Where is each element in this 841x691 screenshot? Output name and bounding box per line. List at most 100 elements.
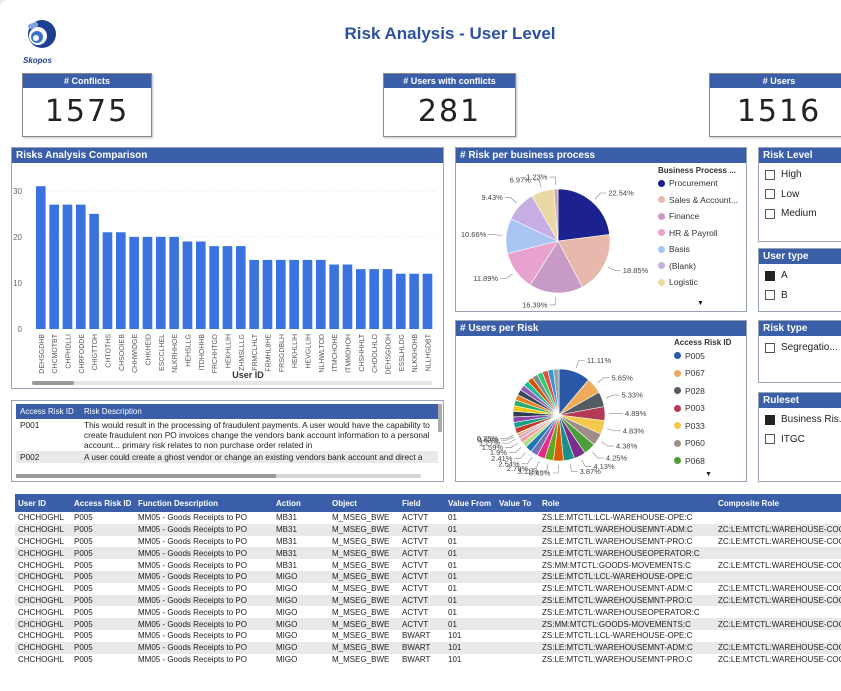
legend-item[interactable]: P033 [674, 417, 746, 435]
bar[interactable] [196, 241, 206, 329]
table-cell: M_MSEG_BWE [329, 570, 399, 583]
table-row[interactable]: CHCHOGHL P005 MM05 - Goods Receipts to PO M… [15, 523, 841, 536]
table-row[interactable]: CHCHOGHL P005 MM05 - Goods Receipts to PO M… [15, 547, 841, 560]
bar[interactable] [116, 232, 126, 329]
column-header[interactable]: User ID [15, 494, 71, 512]
table-row[interactable]: CHCHOGHL P005 MM05 - Goods Receipts to PO M… [15, 536, 841, 548]
bar[interactable] [422, 273, 433, 329]
legend-item[interactable]: Sales & Account... [658, 192, 746, 209]
legend-item[interactable]: P028 [674, 382, 746, 400]
bar[interactable] [222, 246, 233, 329]
bar[interactable] [182, 241, 193, 329]
table-row[interactable]: CHCHOGHL P005 MM05 - Goods Receipts to PO M… [15, 594, 841, 607]
legend-item[interactable]: P067 [674, 365, 746, 383]
bar[interactable] [169, 236, 179, 329]
bar[interactable] [129, 236, 139, 329]
legend-item[interactable]: Procurement [658, 175, 746, 192]
checkbox[interactable] [765, 342, 775, 353]
bar[interactable] [36, 186, 46, 329]
legend-item[interactable]: P003 [674, 400, 746, 418]
bar[interactable] [249, 259, 259, 329]
column-header[interactable]: Composite Role [715, 494, 841, 512]
table-row[interactable]: P001 This would result in the processing… [16, 419, 438, 451]
bar[interactable] [342, 264, 353, 329]
bar[interactable] [49, 204, 59, 329]
bar[interactable] [329, 264, 339, 329]
table-row[interactable]: CHCHOGHL P005 MM05 - Goods Receipts to PO M… [15, 583, 841, 595]
bar[interactable] [156, 236, 166, 329]
checkbox[interactable] [765, 434, 775, 445]
slicer-option-low[interactable]: Low [759, 185, 841, 205]
vertical-scrollbar[interactable] [438, 404, 442, 432]
bar[interactable] [262, 259, 273, 329]
legend-item[interactable]: P060 [674, 435, 746, 453]
column-header[interactable]: Field [399, 494, 445, 512]
legend-item[interactable]: HR & Payroll [658, 225, 746, 242]
table-row[interactable]: P002 A user could create a ghost vendor … [16, 451, 438, 463]
legend-item[interactable]: Finance [658, 208, 746, 225]
scrollbar-thumb[interactable] [16, 474, 276, 478]
chart-scrollbar[interactable] [32, 381, 432, 385]
table-row[interactable]: CHCHOGHL P005 MM05 - Goods Receipts to PO M… [15, 641, 841, 654]
bar[interactable] [316, 259, 326, 329]
table-row[interactable]: CHCHOGHL P005 MM05 - Goods Receipts to PO M… [15, 618, 841, 630]
table-row[interactable]: CHCHOGHL P005 MM05 - Goods Receipts to PO M… [15, 512, 841, 524]
bar[interactable] [76, 204, 86, 329]
legend-item[interactable]: P068 [674, 452, 746, 470]
bar[interactable] [382, 269, 393, 329]
checkbox-checked[interactable] [765, 270, 775, 281]
checkbox[interactable] [765, 189, 775, 200]
risks-bar-chart[interactable]: 0 10 20 30 DEHSGDHB CHCMOTBT CHPHDLLI CHRFODDE C… [12, 163, 443, 388]
pie-slice[interactable] [557, 188, 610, 242]
column-header[interactable]: Object [329, 494, 399, 512]
business-process-pie[interactable]: 22.54%18.85%16.39%11.89%10.66%9.43%6.97%… [456, 164, 656, 312]
checkbox[interactable] [765, 169, 775, 180]
slicer-option-medium[interactable]: Medium [759, 204, 841, 224]
column-header[interactable]: Value To [496, 494, 539, 512]
bar[interactable] [409, 273, 419, 329]
slicer-option-b[interactable]: B [759, 286, 841, 306]
legend-scroll-down-icon[interactable]: ▼ [697, 300, 704, 307]
bar[interactable] [369, 269, 379, 329]
bar[interactable] [209, 246, 219, 329]
legend-item[interactable]: (Blank) [658, 258, 746, 275]
column-header-risk-description[interactable]: Risk Description [80, 404, 438, 419]
slicer-option-high[interactable]: High [759, 165, 841, 185]
bar[interactable] [102, 232, 113, 329]
table-row[interactable]: CHCHOGHL P005 MM05 - Goods Receipts to PO M… [15, 606, 841, 618]
slicer-option-itgc[interactable]: ITGC [759, 430, 841, 450]
table-row[interactable]: CHCHOGHL P005 MM05 - Goods Receipts to PO M… [15, 654, 841, 666]
bar[interactable] [62, 204, 73, 329]
table-row[interactable]: CHCHOGHL P005 MM05 - Goods Receipts to PO M… [15, 559, 841, 571]
column-header[interactable]: Action [273, 494, 329, 512]
checkbox-checked[interactable] [765, 414, 775, 425]
table-row[interactable]: CHCHOGHL P005 MM05 - Goods Receipts to PO M… [15, 630, 841, 642]
bar[interactable] [89, 213, 99, 329]
column-header[interactable]: Function Description [135, 494, 273, 512]
chart-scrollbar-thumb[interactable] [32, 381, 74, 385]
slicer-option-segregation[interactable]: Segregatio... [759, 338, 841, 358]
bar[interactable] [236, 246, 246, 329]
bar[interactable] [276, 259, 286, 329]
column-header-access-risk-id[interactable]: Access Risk ID [16, 404, 80, 419]
column-header[interactable]: Access Risk ID [71, 494, 135, 512]
legend-scroll-down-icon[interactable]: ▼ [705, 471, 712, 478]
table-cell: CHCHOGHL [18, 607, 64, 617]
bar[interactable] [302, 259, 313, 329]
checkbox[interactable] [765, 208, 775, 219]
bar[interactable] [289, 259, 299, 329]
checkbox[interactable] [765, 290, 775, 301]
bar[interactable] [142, 236, 153, 329]
legend-item[interactable]: P005 [674, 347, 746, 365]
users-per-risk-pie[interactable]: 11.11%5.65%5.33%4.89%4.83%4.38%4.25%4.13… [456, 337, 668, 482]
table-row[interactable]: CHCHOGHL P005 MM05 - Goods Receipts to PO M… [15, 570, 841, 583]
legend-item[interactable]: Basis [658, 241, 746, 258]
slicer-option-a[interactable]: A [759, 266, 841, 286]
horizontal-scrollbar[interactable] [16, 474, 421, 478]
legend-item[interactable]: Logistic [658, 274, 746, 291]
column-header[interactable]: Value From [445, 494, 496, 512]
column-header[interactable]: Role [539, 494, 715, 512]
slicer-option-business-risk[interactable]: Business Ris... [759, 410, 841, 430]
bar[interactable] [396, 273, 406, 329]
bar[interactable] [356, 269, 366, 329]
